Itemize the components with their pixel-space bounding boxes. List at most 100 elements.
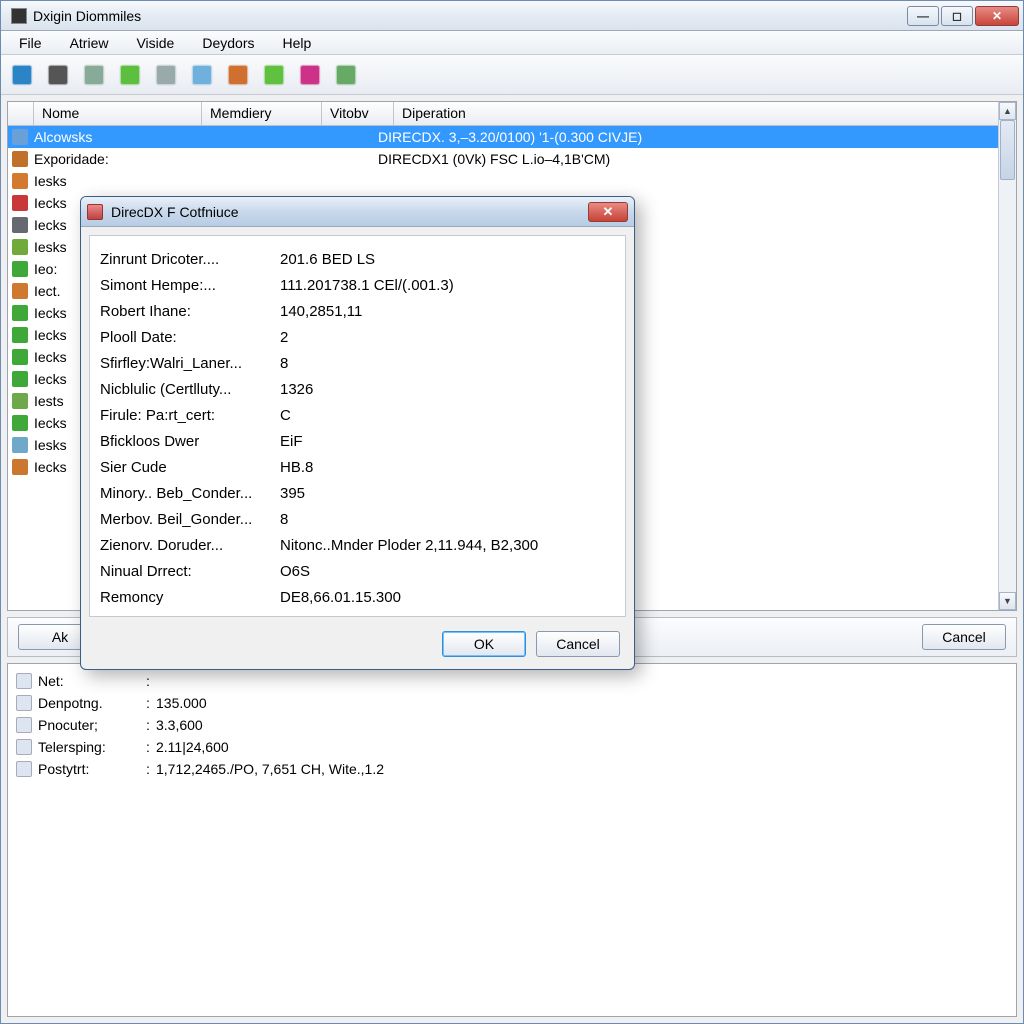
info-line: Pnocuter;:3.3,600: [16, 714, 1008, 736]
main-cancel-button[interactable]: Cancel: [922, 624, 1006, 650]
menu-help[interactable]: Help: [271, 32, 324, 54]
list-header: Nome Memdiery Vitobv Diperation: [8, 102, 1016, 126]
property-row: Plooll Date:2: [100, 324, 615, 350]
row-icon: [12, 305, 28, 321]
property-value: 2: [280, 329, 615, 346]
menu-file[interactable]: File: [7, 32, 54, 54]
scroll-thumb[interactable]: [1000, 120, 1015, 180]
property-label: Zinrunt Dricoter....: [100, 251, 280, 268]
info-icon: [16, 717, 32, 733]
row-icon: [12, 437, 28, 453]
info-colon: :: [140, 761, 156, 777]
close-button[interactable]: ✕: [975, 6, 1019, 26]
music-icon[interactable]: [45, 62, 71, 88]
property-value: C: [280, 407, 615, 424]
cell-diperation: DIRECDX. 3,–3.20/0100) '1-(0.300 CIVJE): [378, 129, 1012, 145]
dialog-icon: [87, 204, 103, 220]
toolbar: [1, 55, 1023, 95]
property-value: EiF: [280, 433, 615, 450]
property-row: Robert Ihane:140,2851,11: [100, 298, 615, 324]
list-icon[interactable]: [153, 62, 179, 88]
property-value: O6S: [280, 563, 615, 580]
scroll-track[interactable]: [999, 120, 1016, 592]
properties-dialog: DirecDX F Cotfniuce ✕ Zinrunt Dricoter..…: [80, 196, 635, 670]
row-icon: [12, 393, 28, 409]
info-colon: :: [140, 695, 156, 711]
table-row[interactable]: Iesks: [8, 170, 1016, 192]
row-icon: [12, 459, 28, 475]
property-value: 8: [280, 511, 615, 528]
maximize-button[interactable]: ◻: [941, 6, 973, 26]
dialog-titlebar: DirecDX F Cotfniuce ✕: [81, 197, 634, 227]
info-value: 135.000: [156, 695, 207, 711]
property-value: 1326: [280, 381, 615, 398]
property-label: Robert Ihane:: [100, 303, 280, 320]
property-row: Zinrunt Dricoter....201.6 BED LS: [100, 246, 615, 272]
plus-green-icon[interactable]: [261, 62, 287, 88]
col-nome[interactable]: Nome: [34, 102, 202, 125]
info-label: Net:: [38, 673, 140, 689]
info-line: Denpotng.:135.000: [16, 692, 1008, 714]
row-icon: [12, 151, 28, 167]
dialog-ok-button[interactable]: OK: [442, 631, 526, 657]
row-icon: [12, 283, 28, 299]
property-label: Remoncy: [100, 589, 280, 606]
property-value: 395: [280, 485, 615, 502]
property-label: Merbov. Beil_Gonder...: [100, 511, 280, 528]
info-label: Denpotng.: [38, 695, 140, 711]
info-value: 3.3,600: [156, 717, 203, 733]
property-row: Merbov. Beil_Gonder...8: [100, 506, 615, 532]
scroll-down-button[interactable]: ▼: [999, 592, 1016, 610]
dialog-close-button[interactable]: ✕: [588, 202, 628, 222]
row-icon: [12, 261, 28, 277]
row-icon: [12, 129, 28, 145]
property-row: Firule: Pa:rt_cert:C: [100, 402, 615, 428]
dialog-cancel-button[interactable]: Cancel: [536, 631, 620, 657]
property-label: Zienorv. Doruder...: [100, 537, 280, 554]
col-icon[interactable]: [8, 102, 34, 125]
globe-icon[interactable]: [9, 62, 35, 88]
cell-diperation: DIRECDX1 (0Vk) FSC L.io–4,1B'CM): [378, 151, 1012, 167]
menu-atriew[interactable]: Atriew: [58, 32, 121, 54]
property-row: Minory.. Beb_Conder...395: [100, 480, 615, 506]
info-colon: :: [140, 673, 156, 689]
page-icon[interactable]: [189, 62, 215, 88]
wrench-icon[interactable]: [297, 62, 323, 88]
menu-deydors[interactable]: Deydors: [190, 32, 266, 54]
doc-icon[interactable]: [81, 62, 107, 88]
property-label: Bfickloos Dwer: [100, 433, 280, 450]
info-icon: [16, 761, 32, 777]
property-row: Nicblulic (Certlluty...1326: [100, 376, 615, 402]
info-panel: Net::Denpotng.:135.000Pnocuter;:3.3,600T…: [7, 663, 1017, 1017]
col-vitobv[interactable]: Vitobv: [322, 102, 394, 125]
property-row: Sier CudeHB.8: [100, 454, 615, 480]
ball-green-icon[interactable]: [117, 62, 143, 88]
refresh-icon[interactable]: [333, 62, 359, 88]
window-controls: — ◻ ✕: [907, 6, 1019, 26]
property-value: DE8,66.01.15.300: [280, 589, 615, 606]
property-row: RemoncyDE8,66.01.15.300: [100, 584, 615, 610]
scroll-up-button[interactable]: ▲: [999, 102, 1016, 120]
info-line: Telersping::2.11|24,600: [16, 736, 1008, 758]
list-scrollbar[interactable]: ▲ ▼: [998, 102, 1016, 610]
table-row[interactable]: Exporidade:DIRECDX1 (0Vk) FSC L.io–4,1B'…: [8, 148, 1016, 170]
property-value: 111.201738.1 CEl/(.001.3): [280, 277, 615, 294]
property-row: Ninual Drrect:O6S: [100, 558, 615, 584]
property-value: 201.6 BED LS: [280, 251, 615, 268]
people-icon[interactable]: [225, 62, 251, 88]
row-icon: [12, 371, 28, 387]
info-label: Pnocuter;: [38, 717, 140, 733]
minimize-button[interactable]: —: [907, 6, 939, 26]
info-icon: [16, 673, 32, 689]
cell-nome: Alcowsks: [34, 129, 190, 145]
row-icon: [12, 173, 28, 189]
info-line: Net::: [16, 670, 1008, 692]
table-row[interactable]: Alcowsks DIRECDX. 3,–3.20/0100) '1-(0.300…: [8, 126, 1016, 148]
col-memdiery[interactable]: Memdiery: [202, 102, 322, 125]
menubar: File Atriew Viside Deydors Help: [1, 31, 1023, 55]
menu-viside[interactable]: Viside: [124, 32, 186, 54]
property-row: Sfirfley:Walri_Laner...8: [100, 350, 615, 376]
property-label: Firule: Pa:rt_cert:: [100, 407, 280, 424]
property-value: Nitonc..Mnder Ploder 2,11.944, B2,300: [280, 537, 615, 554]
col-diperation[interactable]: Diperation: [394, 102, 1016, 125]
